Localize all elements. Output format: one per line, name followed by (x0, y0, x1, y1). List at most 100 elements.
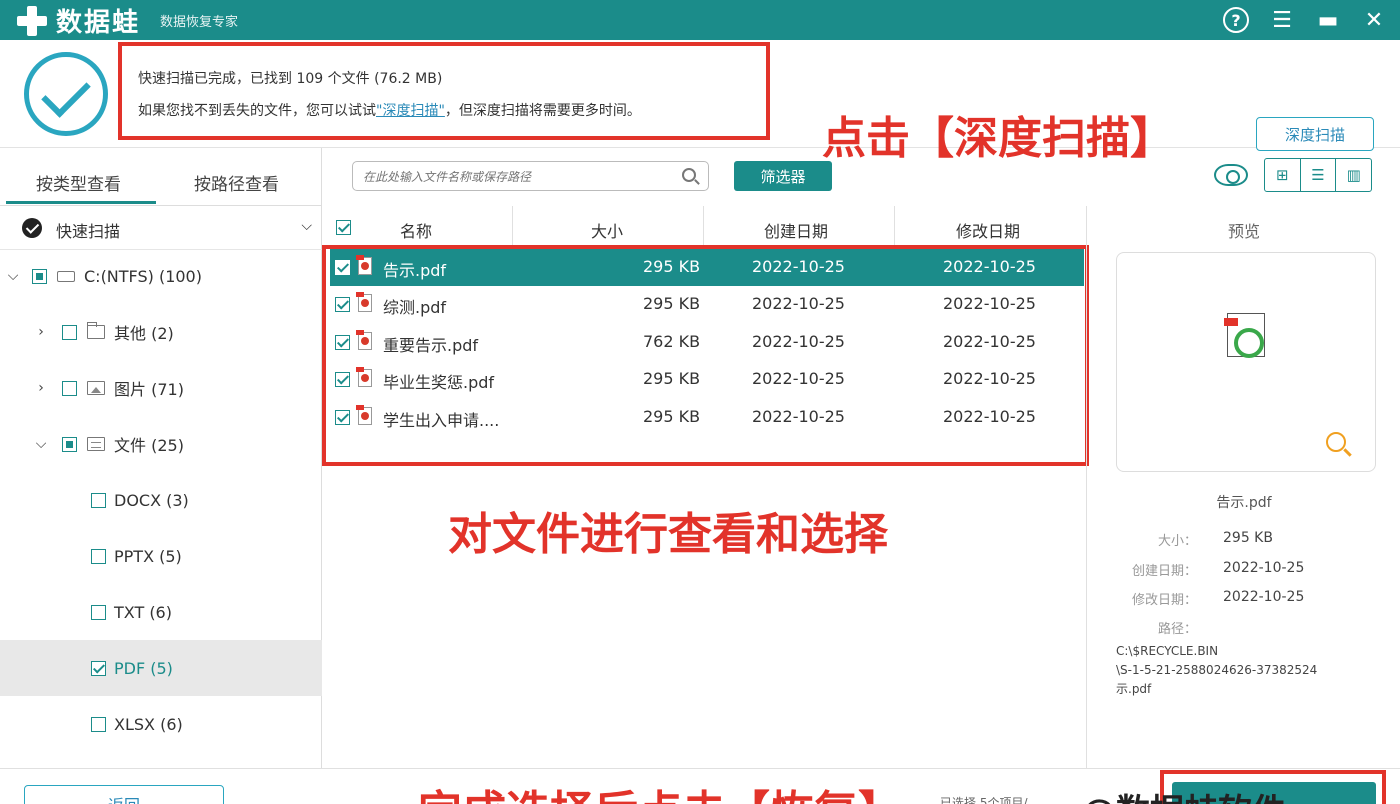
deep-scan-button[interactable]: 深度扫描 (1256, 117, 1374, 151)
menu-icon[interactable]: ☰ (1266, 4, 1298, 36)
path-label: 路径： (1157, 622, 1197, 637)
annotation-box-files (322, 245, 1089, 466)
file-type-icon (1224, 313, 1265, 358)
size-label: 大小： (1157, 534, 1197, 549)
tree-item-pdf[interactable]: PDF (5) (0, 640, 322, 696)
folder-icon (87, 322, 105, 339)
column-header-created[interactable]: 创建日期 (764, 218, 828, 242)
hint-prefix: 如果您找不到丢失的文件，您可以试试 (138, 103, 376, 119)
eye-icon[interactable] (1214, 164, 1248, 186)
watermark: @数据蛙软件 (1082, 784, 1286, 804)
tree-item-other[interactable]: › 其他 (2) (0, 304, 322, 360)
search-input[interactable] (363, 167, 663, 187)
tree-item-pptx[interactable]: PPTX (5) (0, 528, 322, 584)
tab-by-path[interactable]: 按路径查看 (194, 170, 279, 195)
tree-item-label: PDF (5) (114, 658, 173, 678)
annotation-box-scan-result: 快速扫描已完成，已找到 109 个文件 (76.2 MB) 如果您找不到丢失的文… (118, 42, 770, 140)
path-value: C:\$RECYCLE.BIN \S-1-5-21-2588024626-373… (1116, 642, 1400, 699)
grid-view-icon[interactable]: ⊞ (1265, 159, 1301, 191)
app-name: 数据蛙 (56, 8, 141, 38)
chevron-right-icon[interactable]: › (34, 380, 48, 396)
tree-item-label: PPTX (5) (114, 546, 182, 566)
created-label: 创建日期： (1131, 564, 1197, 579)
tree-item-label: XLSX (6) (114, 714, 183, 734)
preview-panel: 预览 告示.pdf 大小： 295 KB 创建日期： 2022-10-25 修改… (1086, 206, 1400, 768)
app-logo: 数据蛙 数据恢复专家 (14, 2, 238, 39)
column-divider (512, 206, 513, 248)
column-divider (703, 206, 704, 248)
chevron-down-icon[interactable]: ⌵ (6, 268, 20, 284)
modified-value: 2022-10-25 (1223, 589, 1305, 605)
tab-by-type[interactable]: 按类型查看 (36, 170, 121, 195)
checkbox[interactable] (91, 716, 106, 732)
path-line: 示.pdf (1116, 682, 1152, 696)
detail-view-icon[interactable]: ▥ (1336, 159, 1371, 191)
annotation-deep-scan: 点击【深度扫描】 (822, 113, 1174, 164)
scan-result-banner: 快速扫描已完成，已找到 109 个文件 (76.2 MB) 如果您找不到丢失的文… (0, 40, 1400, 164)
quick-scan-label: 快速扫描 (56, 222, 121, 241)
tree-item-images[interactable]: › 图片 (71) (0, 360, 322, 416)
column-header-modified[interactable]: 修改日期 (956, 218, 1020, 242)
preview-filename: 告示.pdf (1216, 495, 1272, 511)
checkbox[interactable] (32, 268, 47, 284)
tree-item-label: DOCX (3) (114, 490, 189, 510)
scan-hint-text: 如果您找不到丢失的文件，您可以试试"深度扫描"，但深度扫描将需要更多时间。 (138, 100, 641, 120)
tree-item-label: 其他 (2) (114, 324, 174, 343)
view-mode-switcher: ⊞ ☰ ▥ (1264, 158, 1372, 192)
checkbox[interactable] (91, 492, 106, 508)
size-value: 295 KB (1223, 530, 1273, 546)
filter-button[interactable]: 筛选器 (734, 161, 832, 191)
app-subtitle: 数据恢复专家 (160, 15, 239, 30)
column-divider (894, 206, 895, 248)
path-line: C:\$RECYCLE.BIN (1116, 644, 1219, 658)
checkbox[interactable] (91, 604, 106, 620)
drive-icon (57, 270, 75, 282)
document-icon (87, 437, 105, 451)
tree-item-label: 图片 (71) (114, 380, 184, 399)
deep-scan-link[interactable]: "深度扫描" (376, 103, 445, 119)
image-icon (87, 381, 105, 395)
hint-suffix: ，但深度扫描将需要更多时间。 (444, 103, 641, 119)
checkbox[interactable] (91, 660, 106, 676)
search-icon[interactable] (682, 168, 696, 182)
tree-item-drive-c[interactable]: ⌵ C:(NTFS) (100) (0, 248, 322, 304)
scan-summary-text: 快速扫描已完成，已找到 109 个文件 (76.2 MB) (138, 71, 443, 87)
close-icon[interactable]: ✕ (1358, 4, 1390, 36)
tree-item-label: TXT (6) (114, 602, 172, 622)
minimize-icon[interactable]: ▬ (1312, 4, 1344, 36)
checkbox[interactable] (62, 380, 77, 396)
zoom-icon[interactable] (1326, 432, 1346, 452)
view-mode-tabs: 按类型查看 按路径查看 (0, 148, 322, 206)
logo-cross-icon (14, 3, 50, 39)
chevron-down-icon[interactable]: ⌵ (34, 436, 48, 452)
preview-title: 预览 (1227, 222, 1260, 241)
modified-label: 修改日期： (1131, 593, 1197, 608)
checkbox[interactable] (62, 324, 77, 340)
file-table-header: 名称 大小 创建日期 修改日期 (324, 206, 1086, 248)
chevron-right-icon[interactable]: › (34, 324, 48, 340)
path-line: \S-1-5-21-2588024626-37382524 (1116, 663, 1318, 677)
column-header-name[interactable]: 名称 (400, 218, 432, 242)
column-header-size[interactable]: 大小 (591, 218, 623, 242)
chevron-down-icon[interactable]: ⌵ (301, 218, 312, 234)
tree-item-xlsx[interactable]: XLSX (6) (0, 696, 322, 752)
created-value: 2022-10-25 (1223, 560, 1305, 576)
help-icon[interactable]: ? (1220, 4, 1252, 36)
checkbox[interactable] (91, 548, 106, 564)
back-button[interactable]: 返回 (24, 785, 224, 804)
select-all-checkbox[interactable] (336, 220, 351, 235)
list-view-icon[interactable]: ☰ (1301, 159, 1337, 191)
tree-item-documents[interactable]: ⌵ 文件 (25) (0, 416, 322, 472)
tree-item-txt[interactable]: TXT (6) (0, 584, 322, 640)
tree-item-docx[interactable]: DOCX (3) (0, 472, 322, 528)
quick-scan-header[interactable]: 快速扫描 ⌵ (0, 206, 322, 250)
search-box[interactable] (352, 161, 709, 191)
title-bar: 数据蛙 数据恢复专家 ? ☰ ▬ ✕ (0, 0, 1400, 40)
active-tab-indicator (6, 201, 156, 204)
tree-item-label: C:(NTFS) (100) (84, 266, 202, 286)
annotation-view-select: 对文件进行查看和选择 (448, 509, 888, 560)
check-badge-icon (22, 218, 42, 238)
left-panel: 按类型查看 按路径查看 快速扫描 ⌵ ⌵ C:(NTFS) (100) › 其他… (0, 148, 322, 768)
check-circle-icon (24, 52, 108, 136)
checkbox[interactable] (62, 436, 77, 452)
